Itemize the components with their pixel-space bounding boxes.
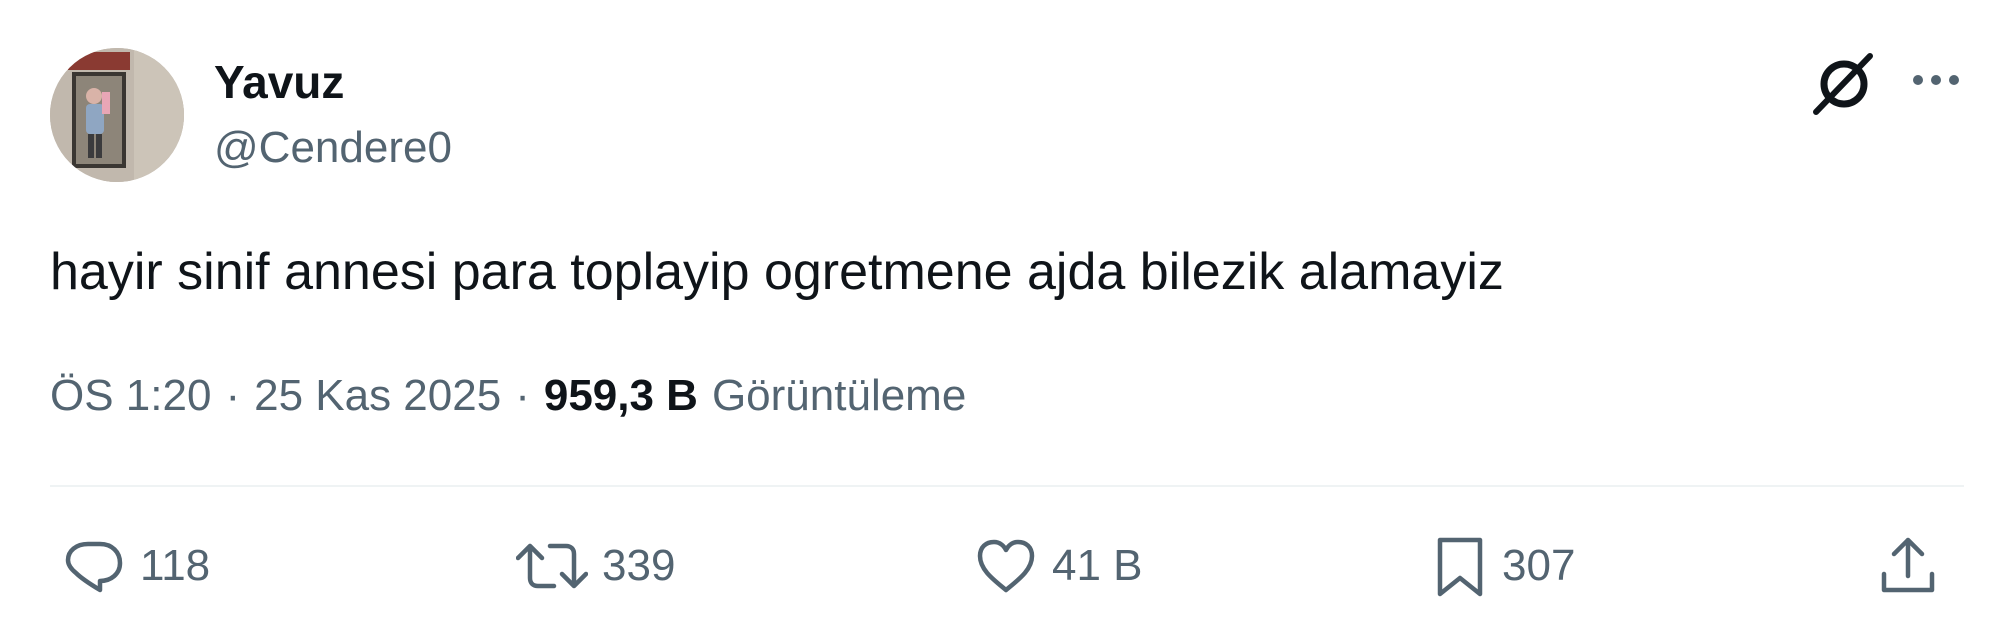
bookmark-button[interactable]: 307 bbox=[1432, 534, 1575, 598]
reply-icon bbox=[65, 541, 123, 593]
retweet-button[interactable]: 339 bbox=[516, 534, 675, 598]
meta-separator: · bbox=[515, 371, 530, 420]
tweet-meta: ÖS 1:20 · 25 Kas 2025 · 959,3 B Görüntül… bbox=[50, 368, 966, 424]
divider bbox=[50, 485, 1964, 487]
heart-icon bbox=[977, 539, 1035, 593]
tweet-time[interactable]: ÖS 1:20 bbox=[50, 368, 211, 424]
tweet-card: Yavuz @Cendere0 hayir sinif annesi para … bbox=[0, 0, 2004, 634]
retweet-count: 339 bbox=[602, 541, 676, 590]
views-label[interactable]: Görüntüleme bbox=[712, 368, 966, 424]
meta-separator: · bbox=[225, 371, 241, 420]
avatar-image bbox=[50, 48, 184, 182]
tweet-text: hayir sinif annesi para toplayip ogretme… bbox=[50, 243, 1504, 301]
reply-count: 118 bbox=[140, 541, 211, 590]
share-button[interactable] bbox=[1876, 534, 1940, 598]
retweet-icon bbox=[516, 543, 588, 589]
bookmark-count: 307 bbox=[1502, 541, 1576, 590]
handle[interactable]: @Cendere0 bbox=[214, 120, 452, 176]
like-count: 41 B bbox=[1052, 541, 1143, 590]
more-icon[interactable] bbox=[1908, 60, 1964, 100]
tweet-date[interactable]: 25 Kas 2025 bbox=[254, 368, 501, 424]
share-icon bbox=[1881, 537, 1935, 593]
display-name[interactable]: Yavuz bbox=[214, 54, 344, 110]
bookmark-icon bbox=[1437, 537, 1483, 597]
avatar[interactable] bbox=[50, 48, 184, 182]
like-button[interactable]: 41 B bbox=[974, 534, 1143, 598]
reply-button[interactable]: 118 bbox=[62, 534, 210, 598]
grok-icon[interactable] bbox=[1808, 48, 1880, 120]
views-count[interactable]: 959,3 B bbox=[544, 368, 698, 424]
